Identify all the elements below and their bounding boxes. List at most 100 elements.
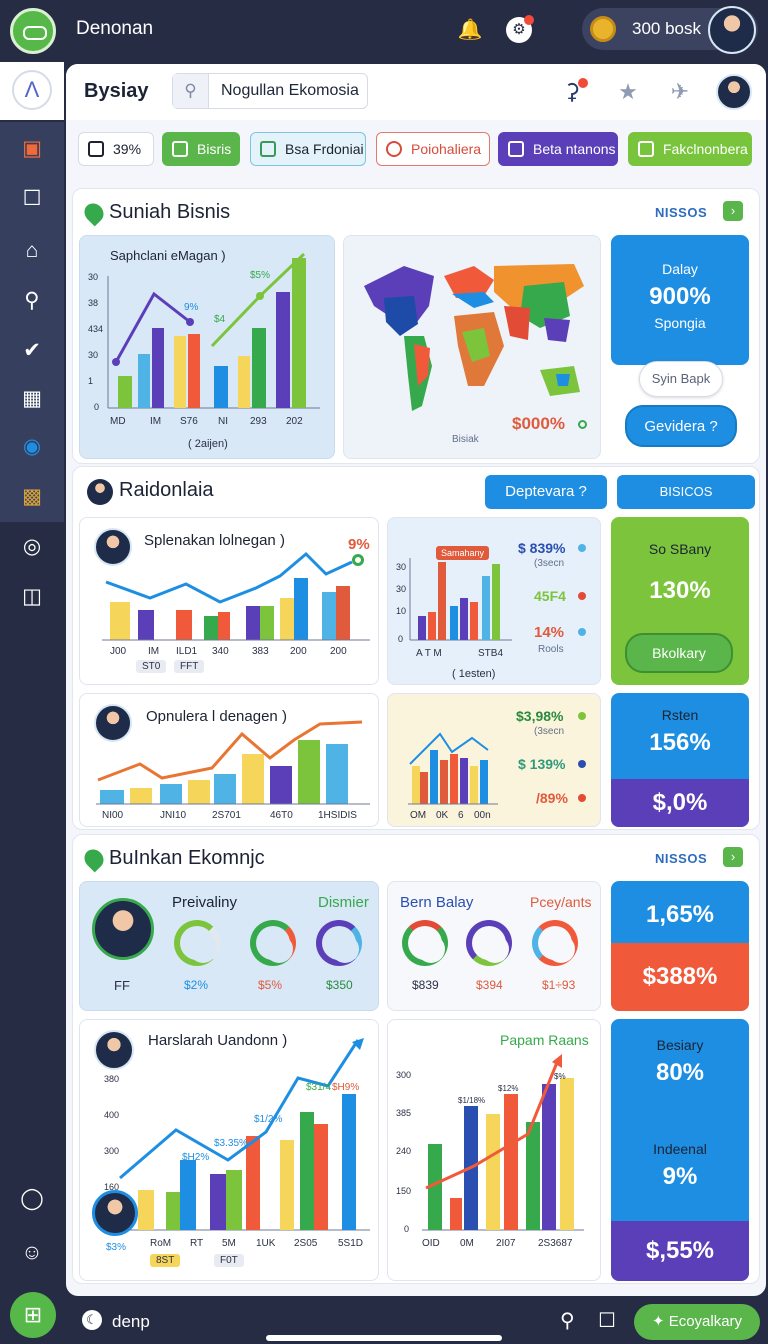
card-title: Preivaliny bbox=[172, 894, 238, 911]
chat-icon[interactable]: ☐ bbox=[598, 1308, 616, 1333]
stat-title: So SBany bbox=[648, 541, 712, 557]
chip: F0T bbox=[214, 1254, 244, 1267]
report-button[interactable]: Deptevara ? bbox=[485, 475, 607, 509]
stat-card-green: So SBany 130% Bkolkary bbox=[611, 517, 749, 685]
card-avatar bbox=[92, 898, 154, 960]
section-title: BuInkan Ekomnjc bbox=[109, 847, 265, 869]
x-tick: IM bbox=[148, 646, 160, 657]
section-link[interactable]: NISSOS bbox=[655, 205, 707, 220]
app-logo-icon[interactable] bbox=[10, 8, 56, 54]
filter-chip-5[interactable]: Beta ntanons bbox=[498, 132, 618, 166]
stat-button[interactable]: Bkolkary bbox=[625, 633, 733, 673]
stat-subtitle: Spongia bbox=[654, 315, 706, 331]
main-panel: Bysiay ⚲ Nogullan Ekomosia ⚳ ★ ✈ 39% Bis… bbox=[66, 64, 766, 1296]
box-icon bbox=[88, 141, 104, 157]
sidebar-item-chat-icon[interactable]: ◫ bbox=[17, 582, 47, 612]
primary-action-button[interactable]: ✦ Ecoyalkary bbox=[634, 1304, 760, 1340]
balance-label: 300 bosk bbox=[632, 19, 701, 38]
sidebar-item-dashboard-icon[interactable]: ▣ bbox=[17, 134, 47, 164]
sidebar-item-key-icon[interactable]: ⚲ bbox=[17, 286, 47, 316]
bell-icon[interactable]: 🔔 bbox=[456, 16, 484, 44]
sidebar-item-home-icon[interactable]: ⌂ bbox=[17, 236, 47, 266]
plane-icon[interactable]: ✈ bbox=[666, 78, 694, 106]
leaf-icon bbox=[260, 141, 276, 157]
brand-logo-icon[interactable]: Λ bbox=[12, 70, 52, 110]
home-indicator[interactable] bbox=[266, 1335, 502, 1341]
y-tick: 300 bbox=[396, 1070, 412, 1080]
user-avatar[interactable] bbox=[708, 6, 756, 54]
x-tick: 5M bbox=[222, 1238, 236, 1249]
sidebar-item-calendar-icon[interactable]: ☐ bbox=[17, 184, 47, 214]
x-tick: 6 bbox=[458, 810, 464, 821]
x-tick: IM bbox=[150, 416, 162, 427]
star-icon[interactable]: ★ bbox=[614, 78, 642, 106]
map-dot-icon bbox=[578, 420, 587, 429]
section-avatar bbox=[87, 479, 113, 505]
app-title: Denonan bbox=[76, 18, 154, 39]
data-label: $31/4 bbox=[306, 1082, 332, 1093]
stat-title: Rsten bbox=[661, 707, 699, 723]
y-tick: 240 bbox=[396, 1146, 412, 1156]
sidebar-active-group bbox=[0, 122, 64, 522]
bar bbox=[174, 336, 186, 408]
y-tick: 380 bbox=[104, 1074, 120, 1084]
notification-icon[interactable]: ⚙ bbox=[506, 15, 534, 43]
bottom-label[interactable]: denp bbox=[112, 1312, 150, 1332]
y-tick: 30 bbox=[88, 350, 99, 360]
sidebar-item-globe-icon[interactable]: ◎ bbox=[17, 532, 47, 562]
x-axis-label: ( 2aijen) bbox=[188, 438, 228, 450]
sidebar-item-tools-icon[interactable]: ✔ bbox=[17, 336, 47, 366]
sidebar-item-target-icon[interactable]: ◉ bbox=[17, 432, 47, 462]
section-arrow-button[interactable]: › bbox=[723, 201, 743, 221]
box-icon bbox=[172, 141, 188, 157]
moon-icon: ☾ bbox=[82, 1310, 102, 1330]
search-icon[interactable]: ⚲ bbox=[560, 1308, 575, 1333]
basics-button[interactable]: BISICOS bbox=[617, 475, 755, 509]
filter-chip-3[interactable]: Bsa Frdoniai bbox=[250, 132, 366, 166]
kpi-label: $839 bbox=[412, 978, 439, 992]
y-tick: 434 bbox=[88, 324, 104, 334]
x-tick: OID bbox=[422, 1238, 440, 1249]
search-icon[interactable]: ⚲ bbox=[173, 74, 209, 108]
bar-chart bbox=[409, 558, 512, 641]
y-tick: 30 bbox=[88, 272, 99, 282]
stat-card-split-2: 1,65% $388% bbox=[611, 881, 749, 1011]
x-tick: 2S701 bbox=[212, 810, 241, 821]
x-tick: NI bbox=[218, 416, 228, 427]
chart-card-2: Splenakan lolnegan ) 9% J00 IM ILD1 340 … bbox=[79, 517, 379, 685]
x-tick: 46T0 bbox=[270, 810, 293, 821]
card-title-red: Pcey/ants bbox=[530, 894, 592, 910]
sidebar-help-icon[interactable]: ☺ bbox=[17, 1238, 47, 1268]
balance-pill[interactable]: 300 bosk bbox=[582, 6, 758, 54]
y-tick: 385 bbox=[396, 1108, 412, 1118]
x-tick: JNI10 bbox=[160, 810, 187, 821]
stat-value: 130% bbox=[649, 577, 711, 604]
primary-button[interactable]: Gevidera ? bbox=[625, 405, 737, 447]
legend-value: 14% bbox=[534, 624, 565, 641]
leaf-icon bbox=[80, 845, 108, 873]
filter-chip-4[interactable]: Poiohaliera bbox=[376, 132, 490, 166]
y-tick: 0 bbox=[404, 1224, 410, 1234]
x-axis-label: ( 1esten) bbox=[452, 668, 496, 680]
y-tick: 150 bbox=[396, 1186, 412, 1196]
windows-icon[interactable]: ⊞ bbox=[10, 1292, 56, 1338]
sidebar-item-grid-icon[interactable]: ▦ bbox=[17, 384, 47, 414]
key-icon[interactable]: ⚳ bbox=[558, 78, 588, 106]
card-title-green: Dismier bbox=[318, 894, 369, 911]
sidebar-item-frame-icon[interactable]: ▩ bbox=[17, 482, 47, 512]
sidebar-chat-icon[interactable]: ◯ bbox=[17, 1184, 47, 1214]
filter-chip-2[interactable]: Bisris bbox=[162, 132, 240, 166]
stat-value: 156% bbox=[649, 729, 711, 756]
x-tick: RoM bbox=[150, 1238, 172, 1249]
section-arrow-button[interactable]: › bbox=[723, 847, 743, 867]
filter-chip-1[interactable]: 39% bbox=[78, 132, 154, 166]
filter-chip-6[interactable]: Fakclnonbera bbox=[628, 132, 752, 166]
x-tick: 1HSIDIS bbox=[318, 810, 357, 821]
legend-dot bbox=[578, 794, 586, 802]
outline-button[interactable]: Syin Bapk bbox=[639, 361, 723, 397]
search-input[interactable]: ⚲ Nogullan Ekomosia bbox=[172, 73, 368, 109]
bar bbox=[188, 334, 200, 408]
header-avatar[interactable] bbox=[716, 74, 752, 110]
legend-sub: (3secn bbox=[534, 558, 565, 569]
section-link[interactable]: NISSOS bbox=[655, 851, 707, 866]
